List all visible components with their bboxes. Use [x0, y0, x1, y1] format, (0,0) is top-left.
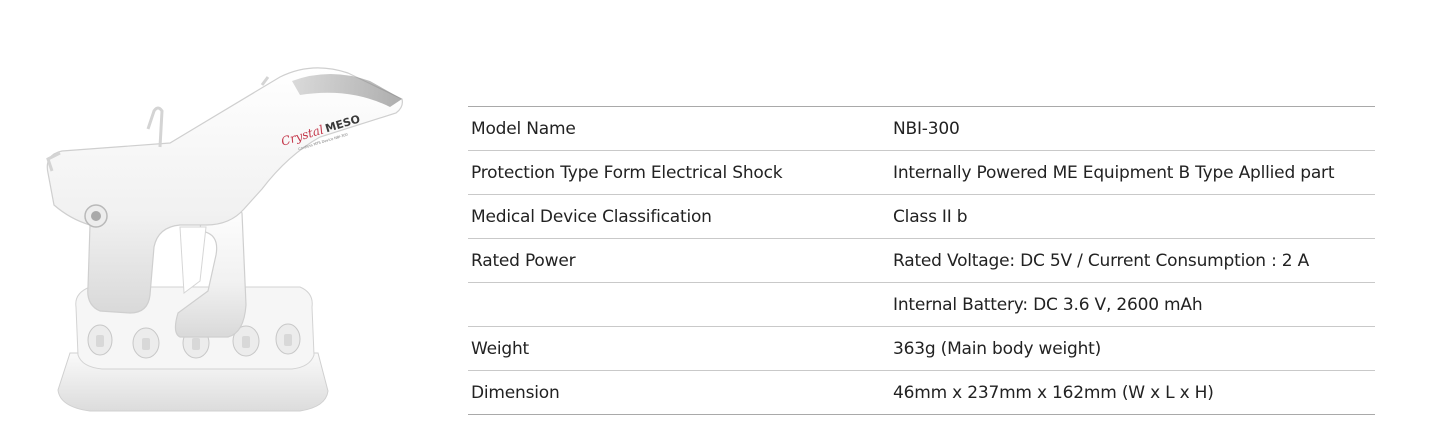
spec-value: Internal Battery: DC 3.6 V, 2600 mAh [890, 282, 1375, 327]
spec-value: Rated Voltage: DC 5V / Current Consumpti… [890, 238, 1375, 283]
spec-value: NBI-300 [890, 106, 1375, 151]
table-row: Rated Power Rated Voltage: DC 5V / Curre… [468, 238, 1375, 283]
product-image: Crystal MESO Cordless MTS Device NBI-300 [30, 55, 420, 420]
spec-value: Internally Powered ME Equipment B Type A… [890, 150, 1375, 195]
spec-label: Weight [468, 326, 890, 371]
spec-value: 46mm x 237mm x 162mm (W x L x H) [890, 370, 1375, 415]
spec-label: Medical Device Classification [468, 194, 890, 239]
table-row: Model Name NBI-300 [468, 106, 1375, 151]
table-row: Medical Device Classification Class II b [468, 194, 1375, 239]
table-row: Weight 363g (Main body weight) [468, 326, 1375, 371]
spec-label: Dimension [468, 370, 890, 415]
table-row: Dimension 46mm x 237mm x 162mm (W x L x … [468, 370, 1375, 415]
table-row: Protection Type Form Electrical Shock In… [468, 150, 1375, 195]
spec-label: Model Name [468, 106, 890, 151]
power-button-graphic [84, 204, 108, 228]
specifications-table: Model Name NBI-300 Protection Type Form … [468, 106, 1375, 415]
spec-value: 363g (Main body weight) [890, 326, 1375, 371]
spec-label: Protection Type Form Electrical Shock [468, 150, 890, 195]
table-row: Internal Battery: DC 3.6 V, 2600 mAh [468, 282, 1375, 327]
device-illustration: Crystal MESO Cordless MTS Device NBI-300 [46, 67, 403, 412]
spec-label [468, 282, 890, 327]
spec-value: Class II b [890, 194, 1375, 239]
spec-label: Rated Power [468, 238, 890, 283]
